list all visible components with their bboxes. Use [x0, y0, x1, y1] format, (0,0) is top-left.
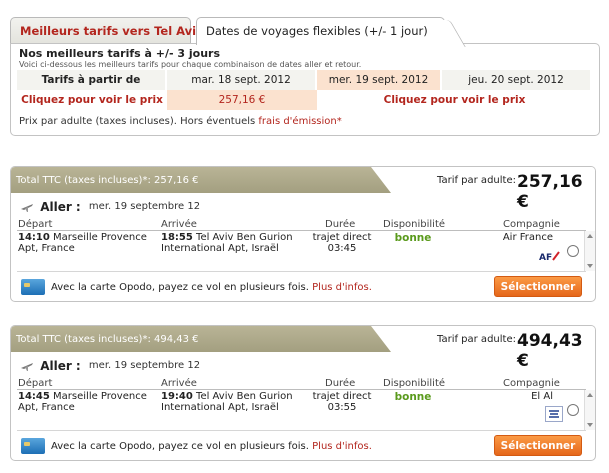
duration-value: 03:45 — [327, 243, 357, 254]
col-departure: Départ — [18, 378, 53, 389]
divider — [17, 230, 586, 231]
date-cell: mar. 18 sept. 2012 — [167, 70, 317, 90]
offer-footer: Avec la carte Opodo, payez ce vol en plu… — [11, 431, 595, 460]
col-availability: Disponibilité — [383, 219, 446, 230]
departure-info: 14:10 Marseille Provence Apt, France — [18, 232, 158, 254]
more-info-link[interactable]: Plus d'infos. — [312, 441, 372, 452]
col-duration: Durée — [325, 378, 356, 389]
tab-flexible-dates[interactable]: Dates de voyages flexibles (+/- 1 jour) — [196, 17, 445, 45]
select-button[interactable]: Sélectionner — [494, 276, 582, 297]
dates-row: Tarifs à partir de mar. 18 sept. 2012 me… — [17, 70, 592, 90]
arrival-time: 19:40 — [161, 391, 193, 402]
outbound-date: mer. 19 septembre 12 — [88, 201, 201, 212]
col-duration: Durée — [325, 219, 356, 230]
offer-header: Total TTC (taxes incluses)*: 494,43 € Ta… — [11, 326, 595, 371]
tarif-value: 257,16 € — [517, 172, 583, 212]
price-note-text: Prix par adulte (taxes incluses). Hors é… — [19, 116, 256, 127]
credit-card-icon — [21, 279, 45, 295]
departure-time: 14:10 — [18, 232, 50, 243]
row-label: Tarifs à partir de — [17, 70, 167, 90]
col-arrival: Arrivée — [161, 219, 197, 230]
date-cell-selected: mer. 19 sept. 2012 — [317, 70, 442, 90]
card-promo: Avec la carte Opodo, payez ce vol en plu… — [51, 282, 372, 293]
price-link[interactable]: Cliquez pour voir le prix — [317, 90, 592, 110]
el-al-logo-icon — [545, 406, 563, 422]
availability-value: bonne — [394, 391, 432, 403]
duration-value: 03:55 — [327, 402, 357, 413]
duration-info: trajet direct 03:55 — [311, 391, 373, 413]
col-departure: Départ — [18, 219, 53, 230]
credit-card-icon — [21, 438, 45, 454]
card-promo: Avec la carte Opodo, payez ce vol en plu… — [51, 441, 372, 452]
duration-info: trajet direct 03:45 — [311, 232, 373, 254]
select-button[interactable]: Sélectionner — [494, 435, 582, 456]
outbound-label: Aller : — [40, 359, 81, 373]
duration-type: trajet direct — [312, 391, 372, 402]
more-info-link[interactable]: Plus d'infos. — [312, 282, 372, 293]
plane-icon — [21, 204, 33, 212]
arrival-info: 18:55 Tel Aviv Ben Gurion International … — [161, 232, 306, 254]
select-radio[interactable] — [567, 404, 579, 416]
svg-text:AF: AF — [539, 253, 552, 263]
date-cell: jeu. 20 sept. 2012 — [442, 70, 592, 90]
departure-time: 14:45 — [18, 391, 50, 402]
offer-header: Total TTC (taxes incluses)*: 257,16 € Ta… — [11, 167, 595, 212]
airline-name: Air France — [502, 232, 553, 243]
divider — [17, 389, 586, 390]
flexible-dates-panel: Nos meilleurs tarifs à +/- 3 jours Voici… — [10, 43, 600, 136]
total-price-bar: Total TTC (taxes incluses)*: 494,43 € — [11, 326, 391, 352]
price-link[interactable]: Cliquez pour voir le prix — [17, 90, 167, 110]
price-selected[interactable]: 257,16 € — [167, 90, 317, 110]
col-airline: Compagnie — [503, 378, 560, 389]
tab-best-fares[interactable]: Meilleurs tarifs vers Tel Aviv — [10, 17, 204, 44]
total-price-bar: Total TTC (taxes incluses)*: 257,16 € — [11, 167, 391, 193]
card-promo-text: Avec la carte Opodo, payez ce vol en plu… — [51, 282, 309, 293]
air-france-logo-icon: AF — [539, 251, 560, 263]
price-note: Prix par adulte (taxes incluses). Hors é… — [19, 116, 342, 127]
flight-offer-card: Total TTC (taxes incluses)*: 494,43 € Ta… — [10, 325, 596, 461]
col-airline: Compagnie — [503, 219, 560, 230]
tarif-value: 494,43 € — [517, 331, 583, 371]
arrival-time: 18:55 — [161, 232, 193, 243]
arrival-info: 19:40 Tel Aviv Ben Gurion International … — [161, 391, 306, 413]
departure-info: 14:45 Marseille Provence Apt, France — [18, 391, 158, 413]
col-arrival: Arrivée — [161, 378, 197, 389]
outbound-heading: Aller : mer. 19 septembre 12 — [20, 358, 200, 374]
outbound-heading: Aller : mer. 19 septembre 12 — [20, 199, 200, 215]
col-availability: Disponibilité — [383, 378, 446, 389]
offer-footer: Avec la carte Opodo, payez ce vol en plu… — [11, 272, 595, 301]
flight-offer-card: Total TTC (taxes incluses)*: 257,16 € Ta… — [10, 166, 596, 302]
outbound-date: mer. 19 septembre 12 — [88, 360, 201, 371]
fees-link[interactable]: frais d'émission* — [258, 116, 341, 127]
duration-type: trajet direct — [312, 232, 372, 243]
tarif-label: Tarif par adulte: — [437, 175, 516, 186]
tab-bar: Meilleurs tarifs vers Tel Aviv Dates de … — [10, 17, 600, 45]
tarif-label: Tarif par adulte: — [437, 334, 516, 345]
plane-icon — [21, 363, 33, 371]
prices-row: Cliquez pour voir le prix 257,16 € Cliqu… — [17, 90, 592, 110]
outbound-label: Aller : — [40, 200, 81, 214]
scrollbar[interactable] — [584, 390, 595, 430]
scrollbar[interactable] — [584, 231, 595, 271]
select-radio[interactable] — [567, 245, 579, 257]
card-promo-text: Avec la carte Opodo, payez ce vol en plu… — [51, 441, 309, 452]
availability-value: bonne — [394, 232, 432, 244]
flex-subtitle: Voici ci-dessous les meilleurs tarifs po… — [19, 61, 362, 69]
airline-name: El Al — [531, 391, 553, 402]
flex-title: Nos meilleurs tarifs à +/- 3 jours — [19, 47, 221, 60]
